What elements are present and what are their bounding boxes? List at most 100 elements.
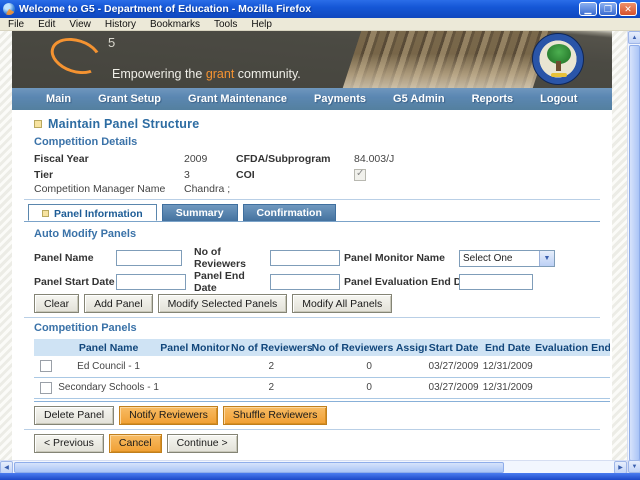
- banner-tagline: Empowering the grant community.: [112, 67, 301, 81]
- page-title: Maintain Panel Structure: [48, 117, 200, 131]
- page-title-row: Maintain Panel Structure: [34, 117, 600, 131]
- bullet-icon: [34, 120, 42, 128]
- restore-button[interactable]: ❐: [599, 2, 617, 16]
- scroll-down-icon[interactable]: ▼: [628, 460, 640, 473]
- cell-eval-end-date: [535, 377, 610, 399]
- menu-history[interactable]: History: [105, 19, 136, 30]
- competition-details-heading: Competition Details: [34, 136, 138, 148]
- modify-all-panels-button[interactable]: Modify All Panels: [292, 294, 393, 314]
- menubar: File Edit View History Bookmarks Tools H…: [0, 18, 640, 31]
- menu-file[interactable]: File: [8, 19, 24, 30]
- previous-button[interactable]: < Previous: [34, 433, 104, 453]
- divider: [24, 428, 600, 430]
- competition-details: Fiscal Year 2009 CFDA/Subprogram 84.003/…: [34, 153, 600, 182]
- continue-button[interactable]: Continue >: [166, 433, 238, 453]
- col-evaluation-end-date: Evaluation End Date: [535, 339, 610, 357]
- panel-monitor-label: Panel Monitor Name: [344, 252, 445, 265]
- cfda-label: CFDA/Subprogram: [236, 153, 331, 165]
- competition-panels-heading: Competition Panels: [34, 322, 137, 335]
- menu-help[interactable]: Help: [251, 19, 272, 30]
- main-navigation: Main Grant Setup Grant Maintenance Payme…: [12, 88, 612, 110]
- menu-edit[interactable]: Edit: [38, 19, 55, 30]
- no-of-reviewers-label: No of Reviewers: [194, 246, 246, 271]
- clear-button[interactable]: Clear: [34, 294, 80, 314]
- panel-end-date-label: Panel End Date: [194, 270, 245, 295]
- cell-panel-monitor: [158, 377, 231, 399]
- nav-payments[interactable]: Payments: [314, 93, 366, 105]
- cancel-button[interactable]: Cancel: [108, 433, 162, 453]
- auto-modify-buttons: Clear Add Panel Modify Selected Panels M…: [34, 294, 600, 314]
- panel-monitor-select[interactable]: Select One ▼: [459, 249, 555, 267]
- nav-grant-maintenance[interactable]: Grant Maintenance: [188, 93, 287, 105]
- panel-name-input[interactable]: [116, 250, 182, 267]
- shuffle-reviewers-button[interactable]: Shuffle Reviewers: [222, 405, 328, 425]
- auto-modify-row-1: Panel Name No of Reviewers Panel Monitor…: [34, 246, 600, 270]
- no-of-reviewers-input[interactable]: [270, 250, 340, 267]
- delete-panel-button[interactable]: Delete Panel: [34, 405, 115, 425]
- department-of-education-seal-icon: [532, 33, 584, 85]
- titlebar: Welcome to G5 - Department of Education …: [0, 0, 640, 18]
- row-checkbox[interactable]: [40, 381, 53, 394]
- wizard-footer-buttons: < Previous Cancel Continue >: [34, 433, 600, 453]
- menu-bookmarks[interactable]: Bookmarks: [150, 19, 200, 30]
- cell-panel-monitor: [158, 356, 231, 378]
- notify-reviewers-button[interactable]: Notify Reviewers: [119, 405, 218, 425]
- col-no-of-reviewers: No of Reviewers: [230, 339, 312, 357]
- modify-selected-panels-button[interactable]: Modify Selected Panels: [157, 294, 288, 314]
- close-button[interactable]: ✕: [619, 2, 637, 16]
- panel-start-date-label: Panel Start Date: [34, 276, 115, 289]
- cfda-value: 84.003/J: [354, 153, 395, 165]
- nav-reports[interactable]: Reports: [472, 93, 514, 105]
- horizontal-scroll-thumb[interactable]: [14, 462, 504, 473]
- vertical-scrollbar[interactable]: ▲ ▼: [627, 31, 640, 473]
- cell-no-of-reviewers: 2: [230, 377, 312, 399]
- table-header-row: Panel Name Panel Monitor No of Reviewers…: [34, 339, 610, 357]
- nav-main[interactable]: Main: [46, 93, 71, 105]
- cell-panel-name: Ed Council - 1: [58, 356, 159, 378]
- chevron-down-icon: ▼: [539, 250, 554, 266]
- menu-view[interactable]: View: [69, 19, 91, 30]
- tab-summary[interactable]: Summary: [161, 204, 238, 222]
- auto-modify-heading: Auto Modify Panels: [34, 228, 137, 241]
- cell-start-date: 03/27/2009: [426, 377, 481, 399]
- col-no-of-reviewers-assigned: No of Reviewers Assigned: [311, 339, 427, 357]
- table-row: Ed Council - 1 2 0 03/27/2009 12/31/2009: [34, 356, 610, 378]
- col-panel-monitor: Panel Monitor: [158, 339, 231, 357]
- row-checkbox[interactable]: [40, 360, 53, 373]
- panel-end-date-input[interactable]: [270, 274, 340, 291]
- add-panel-button[interactable]: Add Panel: [84, 294, 153, 314]
- cell-eval-end-date: [535, 356, 610, 378]
- manager-value: Chandra ;: [184, 183, 231, 196]
- browser-window: Welcome to G5 - Department of Education …: [0, 0, 640, 480]
- fiscal-year-value: 2009: [184, 153, 208, 165]
- minimize-button[interactable]: ▁: [579, 2, 597, 16]
- panel-name-label: Panel Name: [34, 252, 94, 265]
- competition-panels-table: Panel Name Panel Monitor No of Reviewers…: [34, 339, 610, 399]
- tab-panel-information[interactable]: Panel Information: [28, 204, 157, 222]
- nav-logout[interactable]: Logout: [540, 93, 577, 105]
- nav-g5-admin[interactable]: G5 Admin: [393, 93, 445, 105]
- g5-logo-icon: 5: [46, 31, 115, 81]
- cell-assigned: 0: [311, 356, 427, 378]
- select-column-header: [34, 339, 59, 357]
- tab-confirmation[interactable]: Confirmation: [242, 204, 336, 222]
- menu-tools[interactable]: Tools: [214, 19, 237, 30]
- tab-bullet-icon: [42, 210, 49, 218]
- manager-label: Competition Manager Name: [34, 183, 166, 196]
- cell-start-date: 03/27/2009: [426, 356, 481, 378]
- cell-end-date: 12/31/2009: [480, 377, 536, 399]
- nav-grant-setup[interactable]: Grant Setup: [98, 93, 161, 105]
- table-action-buttons: Delete Panel Notify Reviewers Shuffle Re…: [34, 405, 600, 425]
- horizontal-scrollbar[interactable]: ◀ ▶: [0, 460, 627, 474]
- panel-eval-end-date-input[interactable]: [459, 274, 533, 291]
- scroll-up-icon[interactable]: ▲: [628, 31, 640, 44]
- coi-label: COI: [236, 169, 255, 181]
- table-underline: [34, 400, 610, 402]
- panel-start-date-input[interactable]: [116, 274, 186, 291]
- vertical-scroll-thumb[interactable]: [629, 45, 640, 461]
- window-title: Welcome to G5 - Department of Education …: [19, 3, 312, 15]
- cell-panel-name: Secondary Schools - 1: [58, 377, 159, 399]
- cell-no-of-reviewers: 2: [230, 356, 312, 378]
- tier-value: 3: [184, 169, 190, 181]
- firefox-icon: [3, 3, 15, 15]
